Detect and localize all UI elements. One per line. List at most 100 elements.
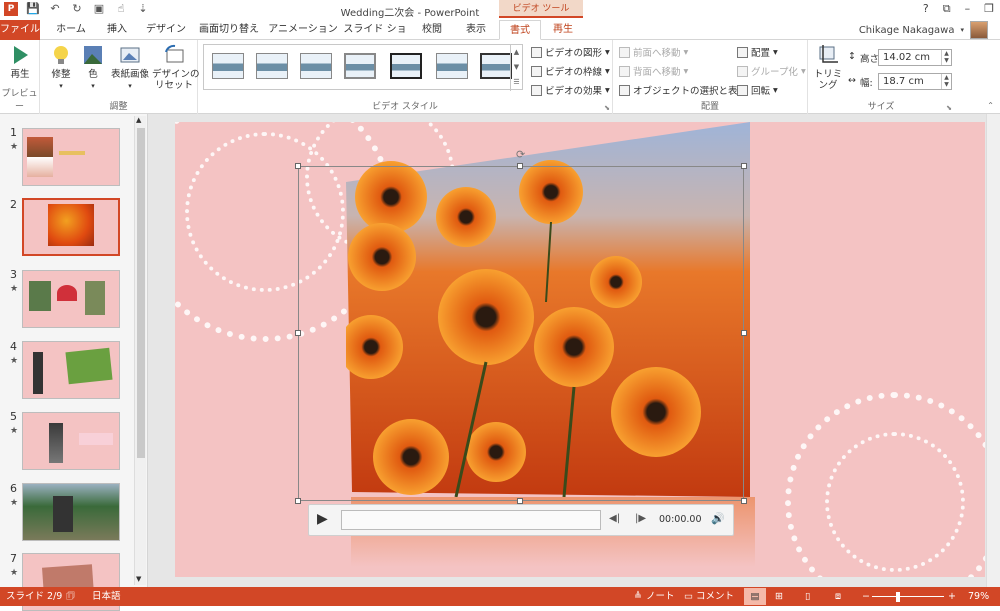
- tab-playback[interactable]: 再生: [543, 20, 583, 40]
- tab-file[interactable]: ファイル: [0, 20, 40, 40]
- dialog-launcher-icon[interactable]: ⬊: [946, 104, 952, 112]
- resize-handle[interactable]: [295, 163, 301, 169]
- tab-insert[interactable]: 挿入: [96, 20, 138, 40]
- scroll-up-icon[interactable]: ▲: [136, 116, 141, 124]
- move-forward-icon[interactable]: |▶: [635, 513, 646, 524]
- progress-bar[interactable]: [341, 510, 601, 530]
- rotate-handle-icon[interactable]: ⟳: [516, 148, 525, 161]
- video-style-thumb[interactable]: [480, 53, 512, 79]
- slide-sorter-icon[interactable]: ⊞: [775, 587, 783, 606]
- video-style-thumb[interactable]: [212, 53, 244, 79]
- video-border-button[interactable]: ビデオの枠線 ▾: [531, 64, 610, 78]
- align-icon: [737, 46, 748, 58]
- corrections-button[interactable]: 修整 ▾: [44, 44, 78, 92]
- dialog-launcher-icon[interactable]: ⬊: [604, 104, 610, 112]
- tab-animations[interactable]: アニメーション: [268, 20, 338, 40]
- move-back-icon[interactable]: ◀|: [609, 513, 620, 524]
- video-border-icon: [531, 65, 542, 77]
- gallery-scroll[interactable]: ▲ ▼ ☰: [510, 45, 522, 91]
- tab-home[interactable]: ホーム: [50, 20, 92, 40]
- user-account[interactable]: Chikage Nakagawa ▾: [859, 21, 988, 39]
- play-button[interactable]: 再生: [4, 44, 36, 80]
- resize-handle[interactable]: [741, 498, 747, 504]
- slide-thumbnail[interactable]: [22, 412, 120, 470]
- tab-design[interactable]: デザイン: [142, 20, 190, 40]
- video-style-thumb[interactable]: [344, 53, 376, 79]
- zoom-slider[interactable]: [872, 596, 944, 597]
- slide-indicator: スライド 2/9: [6, 591, 63, 602]
- resize-handle[interactable]: [517, 163, 523, 169]
- status-bar: スライド 2/9 🗊 日本語 ≜ ノート ▭ コメント ▤ ⊞ ▯ ⧈ − + …: [0, 587, 1000, 606]
- group-preview: 再生 プレビュー: [0, 40, 40, 114]
- zoom-out-icon[interactable]: −: [862, 587, 870, 606]
- thumbnail-scrollbar[interactable]: ▲ ▼: [134, 116, 146, 585]
- rotate-icon: [737, 84, 748, 96]
- reading-view-icon[interactable]: ▯: [805, 587, 810, 606]
- video-style-thumb[interactable]: [256, 53, 288, 79]
- bring-forward-button[interactable]: 前面へ移動 ▾: [619, 45, 688, 59]
- group-adjust: 修整 ▾ 色 ▾ 表紙画像 ▾ デザインの リセット 調整: [40, 40, 200, 114]
- resize-handle[interactable]: [741, 163, 747, 169]
- scroll-down-icon[interactable]: ▼: [136, 575, 141, 583]
- video-shape-button[interactable]: ビデオの図形 ▾: [531, 45, 610, 59]
- width-input[interactable]: 18.7 cm ▲ ▼: [878, 73, 952, 90]
- canvas-scrollbar[interactable]: [986, 114, 1000, 587]
- tab-slideshow[interactable]: スライド ショー: [342, 20, 408, 55]
- animation-star-icon: ★: [10, 142, 19, 152]
- send-backward-button[interactable]: 背面へ移動 ▾: [619, 64, 688, 78]
- resize-handle[interactable]: [741, 330, 747, 336]
- spinner-arrows-icon[interactable]: ▲ ▼: [941, 50, 951, 65]
- video-style-thumb[interactable]: [436, 53, 468, 79]
- slide-thumbnail[interactable]: [22, 270, 120, 328]
- resize-handle[interactable]: [295, 330, 301, 336]
- reset-design-button[interactable]: デザインの リセット: [152, 44, 200, 91]
- scrollbar-thumb[interactable]: [137, 128, 145, 458]
- slide-thumbnail[interactable]: [22, 198, 120, 256]
- resize-handle[interactable]: [295, 498, 301, 504]
- group-button[interactable]: グループ化 ▾: [737, 64, 806, 78]
- volume-icon[interactable]: 🔊: [711, 512, 725, 525]
- spellcheck-icon[interactable]: 🗊: [66, 587, 75, 606]
- ribbon-display-icon[interactable]: ⧉: [943, 2, 951, 16]
- slide-thumbnail[interactable]: [22, 483, 120, 541]
- play-pause-icon[interactable]: ▶: [317, 511, 328, 527]
- selection-pane-button[interactable]: オブジェクトの選択と表示: [619, 83, 747, 97]
- comments-icon[interactable]: ▭: [684, 587, 693, 606]
- video-frame[interactable]: [346, 122, 750, 497]
- comments-button[interactable]: コメント: [696, 587, 734, 606]
- slideshow-view-icon[interactable]: ⧈: [835, 587, 841, 606]
- slide-thumbnail[interactable]: [22, 341, 120, 399]
- language-indicator[interactable]: 日本語: [92, 587, 121, 606]
- poster-frame-button[interactable]: 表紙画像 ▾: [108, 44, 152, 92]
- notes-button[interactable]: ノート: [646, 587, 675, 606]
- restore-icon[interactable]: ❐: [984, 2, 994, 16]
- notes-icon[interactable]: ≜: [634, 587, 642, 606]
- crop-button[interactable]: トリミング: [810, 44, 846, 91]
- tab-transitions[interactable]: 画面切り替え: [196, 20, 262, 40]
- animation-star-icon: ★: [10, 426, 19, 436]
- height-input[interactable]: 14.02 cm ▲ ▼: [878, 49, 952, 66]
- align-button[interactable]: 配置 ▾: [737, 45, 778, 59]
- video-tools-context-header: ビデオ ツール: [499, 0, 583, 18]
- zoom-in-icon[interactable]: +: [948, 587, 956, 606]
- tab-format[interactable]: 書式: [499, 20, 541, 40]
- collapse-ribbon-icon[interactable]: ⌃: [987, 101, 994, 110]
- rotate-button[interactable]: 回転 ▾: [737, 83, 778, 97]
- help-icon[interactable]: ?: [923, 2, 929, 16]
- zoom-slider-thumb[interactable]: [896, 592, 900, 602]
- slide-thumbnail[interactable]: [22, 128, 120, 186]
- animation-star-icon: ★: [10, 356, 19, 366]
- video-effects-button[interactable]: ビデオの効果 ▾: [531, 83, 610, 97]
- color-button[interactable]: 色 ▾: [80, 44, 106, 92]
- time-display: 00:00.00: [659, 514, 702, 525]
- tab-view[interactable]: 表示: [458, 20, 494, 40]
- zoom-level[interactable]: 79%: [968, 587, 989, 606]
- group-video-styles: ▲ ▼ ☰ ビデオの図形 ▾ ビデオの枠線 ▾ ビデオの効果 ▾ ビデオ スタイル ⬊: [198, 40, 613, 114]
- video-style-thumb[interactable]: [300, 53, 332, 79]
- normal-view-icon[interactable]: ▤: [744, 588, 766, 605]
- crop-icon: [819, 45, 838, 63]
- minimize-icon[interactable]: –: [965, 2, 971, 16]
- spinner-arrows-icon[interactable]: ▲ ▼: [941, 74, 951, 89]
- video-style-thumb[interactable]: [390, 53, 422, 79]
- tab-review[interactable]: 校閲: [414, 20, 450, 40]
